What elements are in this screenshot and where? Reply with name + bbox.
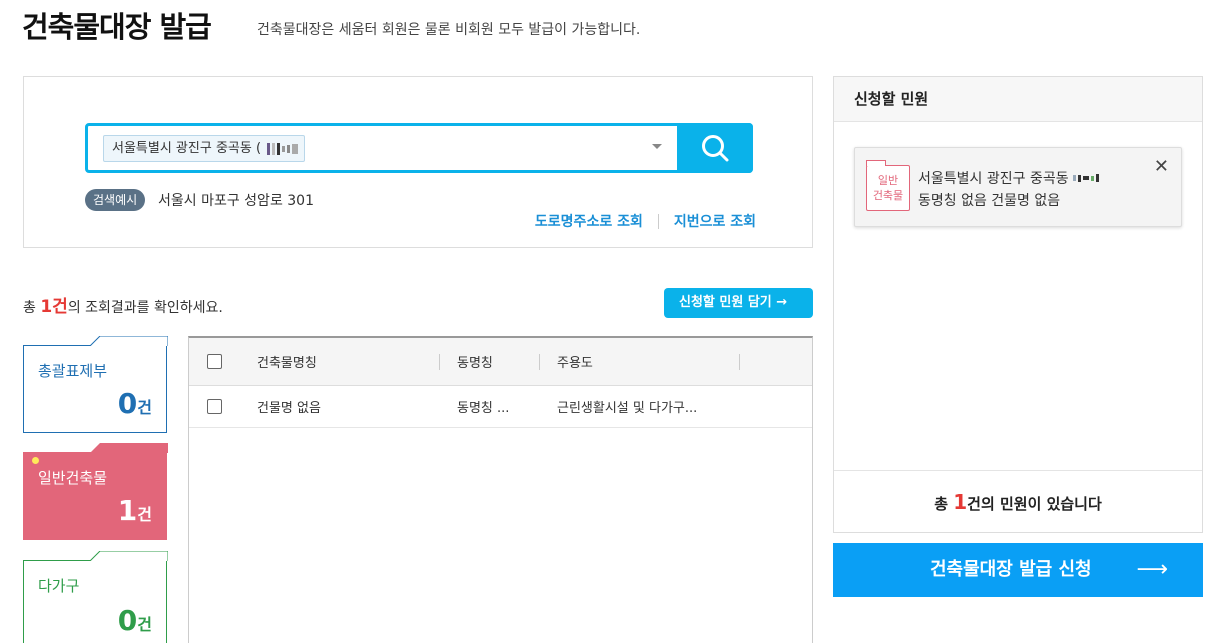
header-building-name[interactable]: 건축물명칭: [257, 338, 317, 385]
tab-notch: [90, 551, 168, 561]
row-checkbox[interactable]: [207, 399, 222, 414]
cell-main-use: 근린생활시설 및 다가구...: [557, 401, 698, 416]
active-dot-icon: [32, 457, 39, 464]
search-example-badge: 검색예시: [85, 189, 146, 211]
address-search-input[interactable]: 서울특별시 광진구 중곡동 (: [85, 123, 753, 173]
divider: [739, 354, 740, 370]
result-count-number: 1건: [40, 297, 68, 317]
close-icon[interactable]: ✕: [1154, 158, 1169, 176]
masked-text: [1072, 174, 1099, 182]
category-count: 0건: [117, 387, 152, 420]
request-address: 서울특별시 광진구 중곡동: [918, 168, 1099, 188]
table-header: 건축물명칭 동명칭 주용도: [189, 338, 812, 386]
add-to-request-button[interactable]: 신청할 민원 담기 →: [664, 288, 813, 318]
result-count: 총 1건의 조회결과를 확인하세요.: [23, 297, 223, 317]
cell-building-name: 건물명 없음: [257, 401, 321, 416]
cell-dong-name: 동명칭 ...: [457, 401, 510, 416]
search-panel: 서울특별시 광진구 중곡동 ( 검색예시 서울시 마포구 성암로 301 도로명…: [23, 76, 813, 248]
result-table: 건축물명칭 동명칭 주용도 건물명 없음 동명칭 ... 근린생활시설 및 다가…: [188, 336, 813, 643]
search-example-text: 서울시 마포구 성암로 301: [158, 193, 314, 209]
chevron-down-icon[interactable]: [652, 144, 662, 149]
request-detail: 동명칭 없음 건물명 없음: [918, 193, 1061, 209]
search-icon: [702, 135, 729, 162]
category-tab-multi-household[interactable]: 다가구 0건: [23, 551, 168, 643]
select-all-checkbox[interactable]: [207, 354, 222, 369]
table-row[interactable]: 건물명 없음 동명칭 ... 근린생활시설 및 다가구...: [189, 386, 812, 428]
page-description: 건축물대장은 세움터 회원은 물론 비회원 모두 발급이 가능합니다.: [257, 22, 641, 38]
category-label: 총괄표제부: [38, 362, 108, 380]
issue-request-button[interactable]: 건축물대장 발급 신청 ⟶: [833, 543, 1203, 597]
category-label: 다가구: [38, 577, 80, 595]
lot-number-lookup-link[interactable]: 지번으로 조회: [674, 211, 756, 231]
document-icon: 일반 건축물: [866, 160, 910, 211]
arrow-right-icon: ⟶: [1136, 557, 1168, 582]
request-item-card: 일반 건축물 서울특별시 광진구 중곡동 동명칭 없음 건물명 없음 ✕: [854, 147, 1182, 227]
selected-address-chip[interactable]: 서울특별시 광진구 중곡동 (: [103, 135, 306, 162]
divider: [439, 354, 440, 370]
tab-notch: [90, 336, 168, 346]
category-tab-general[interactable]: 일반건축물 1건: [23, 443, 168, 540]
page-title: 건축물대장 발급: [22, 10, 212, 44]
header-main-use[interactable]: 주용도: [557, 338, 593, 385]
masked-text: [267, 142, 299, 155]
request-summary: 총 1건의 민원이 있습니다: [834, 470, 1202, 532]
request-panel: 신청할 민원 일반 건축물 서울특별시 광진구 중곡동 동명칭 없음 건물명 없…: [833, 76, 1203, 533]
tab-notch: [90, 443, 168, 453]
category-count: 0건: [117, 604, 152, 637]
category-label: 일반건축물: [38, 469, 108, 487]
road-address-lookup-link[interactable]: 도로명주소로 조회: [535, 211, 643, 231]
chip-text: 서울특별시 광진구 중곡동 (: [112, 141, 262, 156]
header-dong-name[interactable]: 동명칭: [457, 338, 493, 385]
divider: [539, 354, 540, 370]
category-count: 1건: [117, 494, 152, 527]
lookup-links: 도로명주소로 조회 지번으로 조회: [535, 211, 756, 231]
request-panel-title: 신청할 민원: [834, 77, 1202, 122]
category-tab-total[interactable]: 총괄표제부 0건: [23, 336, 168, 433]
divider: [657, 213, 659, 229]
search-button[interactable]: [677, 123, 753, 173]
